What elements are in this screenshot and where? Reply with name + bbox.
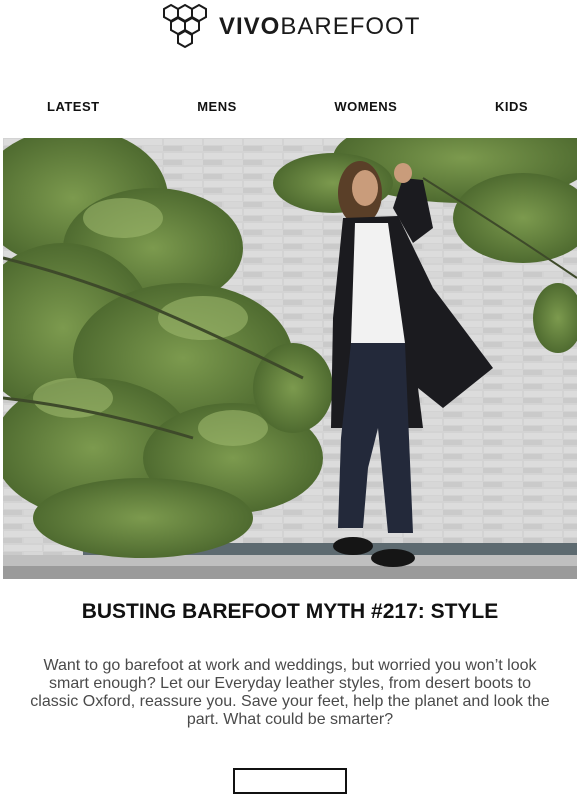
brand-name-bold: VIVO (219, 13, 281, 40)
category-nav: LATEST MENS WOMENS KIDS (0, 99, 580, 114)
brand-logo[interactable]: VIVOBAREFOOT (161, 3, 420, 51)
brand-wordmark: VIVOBAREFOOT (219, 15, 420, 39)
hero-image[interactable] (3, 138, 577, 579)
article-body: Want to go barefoot at work and weddings… (30, 657, 550, 728)
nav-item-latest[interactable]: LATEST (47, 99, 100, 114)
hexagon-logo-icon (163, 3, 207, 49)
nav-item-mens[interactable]: MENS (197, 99, 237, 114)
hero-photo-man-in-coat (3, 138, 577, 579)
article-headline: BUSTING BAREFOOT MYTH #217: STYLE (81, 600, 499, 623)
nav-item-kids[interactable]: KIDS (495, 99, 528, 114)
nav-item-womens[interactable]: WOMENS (334, 99, 397, 114)
email-header: VIVOBAREFOOT (0, 0, 580, 90)
brand-name-regular: BAREFOOT (280, 13, 421, 40)
cta-button[interactable] (233, 768, 347, 794)
